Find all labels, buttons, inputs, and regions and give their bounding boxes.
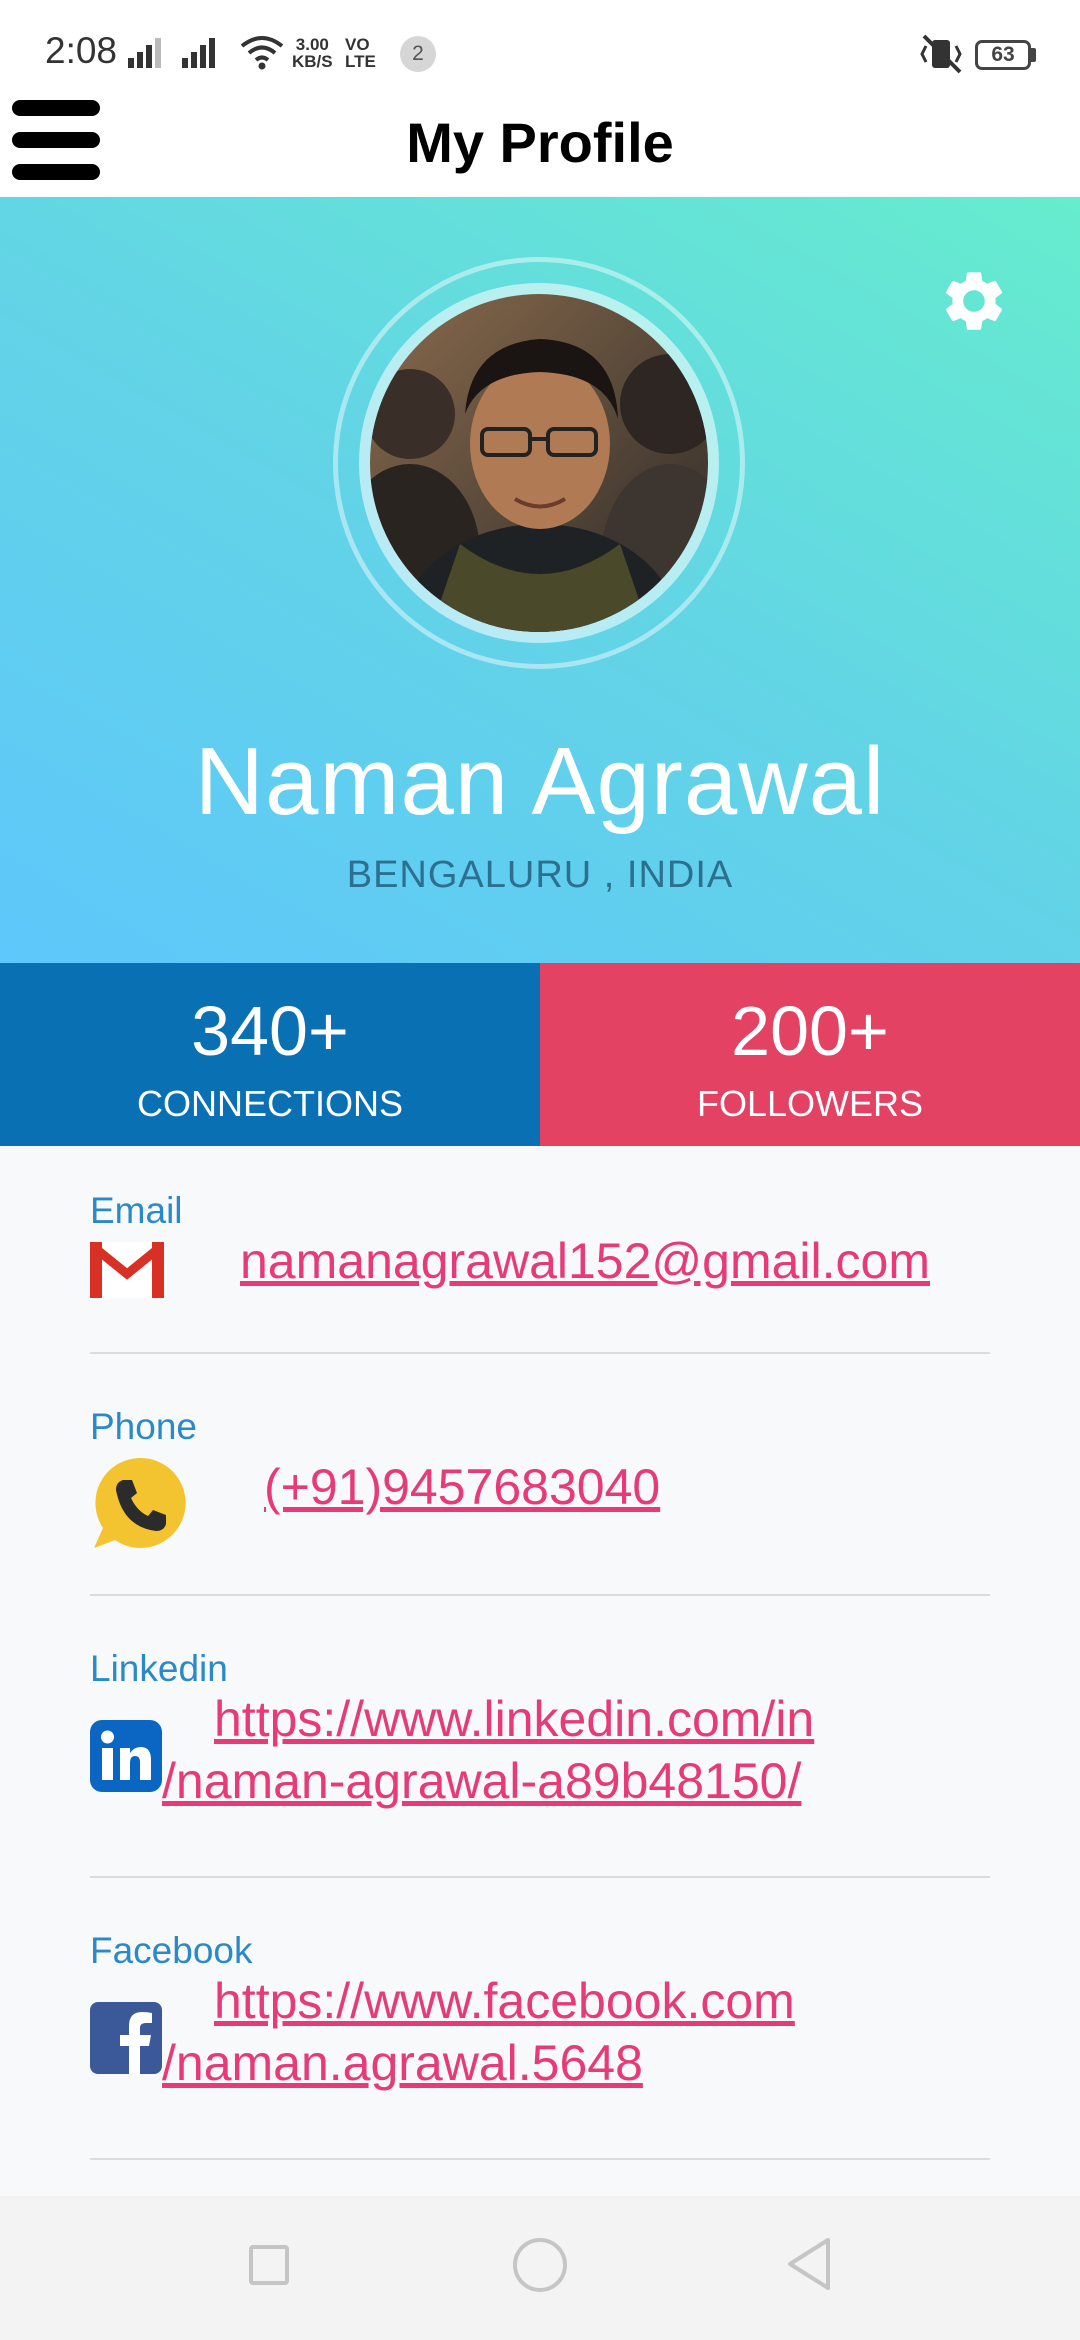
facebook-link-line1: https://www.facebook.com bbox=[214, 1973, 795, 2029]
linkedin-link-line2: /naman-agrawal-a89b48150/ bbox=[162, 1753, 802, 1809]
followers-label: FOLLOWERS bbox=[696, 1083, 924, 1124]
followers-stat[interactable]: 200+ FOLLOWERS bbox=[540, 963, 1080, 1146]
gear-icon[interactable] bbox=[938, 265, 1010, 337]
page-title: My Profile bbox=[406, 111, 674, 174]
battery-tip bbox=[1031, 48, 1036, 62]
divider bbox=[90, 1352, 990, 1354]
divider bbox=[90, 2158, 990, 2160]
profile-name: Naman Agrawal bbox=[194, 728, 886, 835]
gmail-icon bbox=[90, 1242, 164, 1298]
facebook-label: Facebook bbox=[90, 1930, 253, 1971]
avatar[interactable] bbox=[370, 294, 708, 632]
connections-label: CONNECTIONS bbox=[136, 1083, 403, 1124]
battery-icon: 63 bbox=[975, 40, 1031, 70]
linkedin-icon bbox=[90, 1720, 162, 1792]
system-nav-bar bbox=[0, 2196, 1080, 2340]
recents-button[interactable] bbox=[249, 2245, 289, 2285]
network-speed: 3.00 KB/S bbox=[292, 36, 333, 70]
email-item: Email namanagrawal152@gmail.com bbox=[90, 1190, 990, 1310]
phone-item: Phone (+91)9457683040 bbox=[90, 1406, 990, 1548]
contact-list: Email namanagrawal152@gmail.com Phone (+… bbox=[0, 1146, 1080, 2196]
connections-stat[interactable]: 340+ CONNECTIONS bbox=[0, 963, 540, 1146]
app-bar: My Profile bbox=[0, 100, 1080, 196]
phone-icon bbox=[94, 1457, 186, 1548]
volte-bottom: LTE bbox=[345, 52, 376, 71]
facebook-icon bbox=[90, 2002, 162, 2074]
notification-count-badge: 2 bbox=[400, 36, 436, 72]
phone-label: Phone bbox=[90, 1406, 197, 1447]
followers-count: 200+ bbox=[731, 992, 889, 1070]
vibrate-icon bbox=[920, 34, 962, 74]
divider bbox=[90, 1876, 990, 1878]
signal-icon bbox=[128, 38, 161, 68]
connections-count: 340+ bbox=[191, 992, 349, 1070]
status-bar: 2:08 3.00 KB/S VO LTE 2 63 bbox=[0, 0, 1080, 100]
signal-icon bbox=[182, 38, 215, 68]
network-speed-value: 3.00 bbox=[295, 35, 329, 54]
profile-photo bbox=[370, 294, 708, 632]
profile-screen: 2:08 3.00 KB/S VO LTE 2 63 My Profile Na… bbox=[0, 0, 1080, 2340]
network-speed-unit: KB/S bbox=[292, 52, 333, 71]
home-button[interactable] bbox=[513, 2238, 567, 2292]
phone-link[interactable]: (+91)9457683040 bbox=[264, 1456, 660, 1518]
email-label: Email bbox=[90, 1190, 183, 1231]
back-button[interactable] bbox=[784, 2236, 832, 2292]
volte-indicator: VO LTE bbox=[345, 36, 376, 70]
volte-top: VO bbox=[345, 35, 370, 54]
facebook-link-line2: /naman.agrawal.5648 bbox=[162, 2035, 643, 2091]
divider bbox=[90, 1594, 990, 1596]
linkedin-link[interactable]: https://www.linkedin.com/in /naman-agraw… bbox=[162, 1688, 922, 1812]
profile-header: Naman Agrawal BENGALURU , INDIA bbox=[0, 197, 1080, 963]
linkedin-label: Linkedin bbox=[90, 1648, 228, 1689]
facebook-link[interactable]: https://www.facebook.com /naman.agrawal.… bbox=[162, 1970, 922, 2094]
linkedin-link-line1: https://www.linkedin.com/in bbox=[214, 1691, 815, 1747]
profile-location: BENGALURU , INDIA bbox=[346, 854, 734, 896]
facebook-item: Facebook https://www.facebook.com /naman… bbox=[90, 1930, 990, 2110]
linkedin-item: Linkedin https://www.linkedin.com/in /na… bbox=[90, 1648, 990, 1828]
wifi-icon bbox=[240, 36, 284, 70]
email-link[interactable]: namanagrawal152@gmail.com bbox=[240, 1230, 930, 1292]
status-time: 2:08 bbox=[45, 30, 118, 71]
